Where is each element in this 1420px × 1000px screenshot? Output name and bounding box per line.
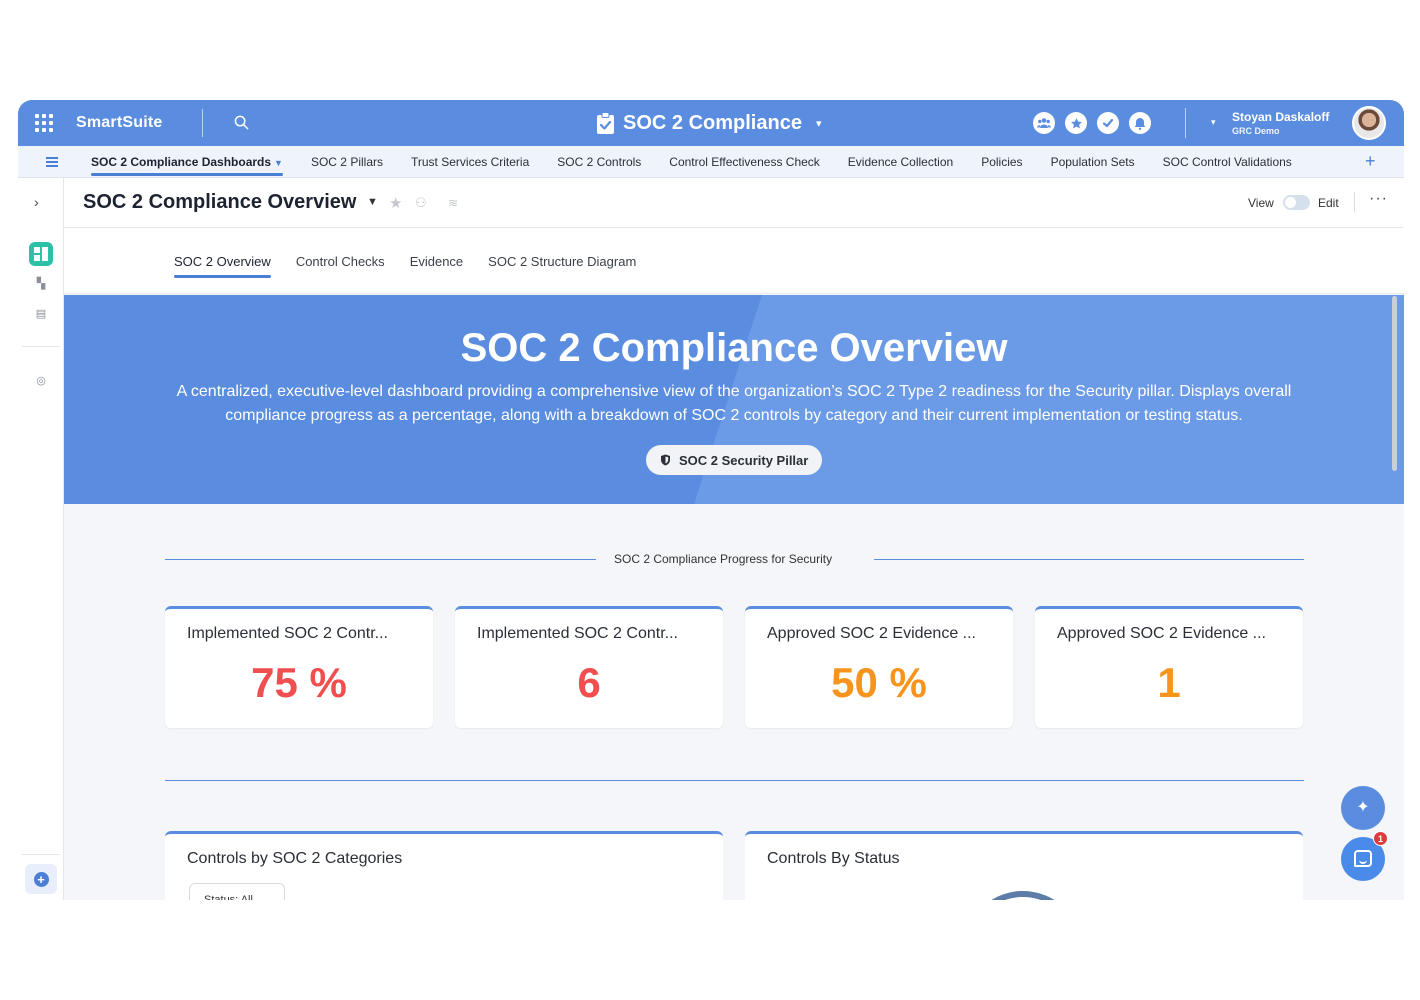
view-label: View [1248, 196, 1274, 210]
kpi-card[interactable]: Implemented SOC 2 Contr... 75 % [165, 606, 433, 728]
divider [22, 854, 60, 855]
avatar[interactable] [1352, 106, 1386, 140]
controls-by-category-panel: Controls by SOC 2 Categories Status: All… [165, 831, 723, 900]
pillar-pill-button[interactable]: SOC 2 Security Pillar [646, 445, 823, 475]
hero-banner: SOC 2 Compliance Overview A centralized,… [64, 295, 1404, 504]
dashboard-title[interactable]: SOC 2 Compliance Overview [83, 191, 356, 214]
nav-item-policies[interactable]: Policies [981, 146, 1022, 178]
add-button[interactable]: + [25, 864, 57, 894]
status-filter[interactable]: Status: All ⌄ [189, 883, 285, 900]
kpi-card[interactable]: Implemented SOC 2 Contr... 6 [455, 606, 723, 728]
star-icon[interactable] [1065, 112, 1087, 134]
nav-item-control-validations[interactable]: SOC Control Validations [1163, 146, 1292, 178]
panel-title: Controls By Status [767, 850, 900, 867]
hero-description: A centralized, executive-level dashboard… [176, 383, 1292, 424]
controls-by-status-panel: Controls By Status [745, 831, 1303, 900]
plus-icon: + [33, 871, 49, 887]
user-name[interactable]: Stoyan Daskaloff [1232, 110, 1329, 124]
more-options-icon[interactable]: ··· [1369, 190, 1388, 208]
quick-actions [1033, 112, 1151, 134]
dashboard-tabs: SOC 2 Overview Control Checks Evidence S… [64, 228, 1404, 294]
kpi-label: Approved SOC 2 Evidence ... [767, 625, 976, 642]
team-icon[interactable] [1033, 112, 1055, 134]
nav-item-evidence-collection[interactable]: Evidence Collection [848, 146, 953, 178]
user-circle-icon[interactable]: ◎ [35, 375, 47, 387]
divider [1185, 108, 1186, 138]
kpi-label: Approved SOC 2 Evidence ... [1057, 625, 1266, 642]
kpi-card[interactable]: Approved SOC 2 Evidence ... 50 % [745, 606, 1013, 728]
top-bar: SmartSuite SOC 2 Compliance ▾ ▾ Stoyan D… [18, 100, 1404, 146]
menu-icon[interactable] [46, 157, 58, 167]
nav-item-label: SOC 2 Compliance Dashboards [91, 155, 272, 169]
kpi-label: Implemented SOC 2 Contr... [187, 625, 388, 642]
nav-item-trust-services-criteria[interactable]: Trust Services Criteria [411, 146, 529, 178]
tab-structure-diagram[interactable]: SOC 2 Structure Diagram [488, 254, 636, 275]
check-icon[interactable] [1097, 112, 1119, 134]
kpi-value: 1 [1157, 659, 1181, 706]
app-nav: SOC 2 Compliance Dashboards ▼ SOC 2 Pilla… [18, 146, 1404, 178]
bell-icon[interactable] [1129, 112, 1151, 134]
divider [22, 346, 60, 347]
nav-item-compliance-dashboards[interactable]: SOC 2 Compliance Dashboards ▼ [91, 146, 283, 178]
star-icon[interactable]: ★ [389, 194, 402, 212]
status-pie-chart [946, 874, 1100, 900]
tab-soc2-overview[interactable]: SOC 2 Overview [174, 254, 271, 278]
view-edit-toggle[interactable] [1283, 195, 1310, 210]
edit-label: Edit [1318, 196, 1339, 210]
kpi-label: Implemented SOC 2 Contr... [477, 625, 678, 642]
divider [874, 559, 1304, 560]
rss-icon[interactable]: ≋ [448, 196, 458, 210]
nav-item-population-sets[interactable]: Population Sets [1051, 146, 1135, 178]
tab-evidence[interactable]: Evidence [410, 254, 463, 275]
workspace-title-button[interactable]: SOC 2 Compliance ▾ [596, 110, 821, 136]
clipboard-check-icon [597, 111, 614, 134]
left-rail: › ▚ ▤ ◎ + [18, 178, 64, 900]
nav-item-pillars[interactable]: SOC 2 Pillars [311, 146, 383, 178]
dashboard-header: SOC 2 Compliance Overview ▼ ★ ⚇ ≋ View E… [64, 178, 1404, 228]
brand-name[interactable]: SmartSuite [76, 114, 162, 132]
chat-icon [1354, 850, 1372, 867]
chevron-right-icon[interactable]: › [34, 194, 39, 210]
dashboard-icon[interactable] [29, 242, 53, 266]
divider [165, 780, 1304, 781]
ai-assistant-button[interactable]: ✦ [1341, 786, 1385, 830]
team-icon[interactable]: ⚇ [415, 195, 427, 211]
kpi-value: 50 % [831, 659, 927, 706]
apps-grid-icon[interactable] [35, 114, 53, 132]
pill-label: SOC 2 Security Pillar [679, 452, 809, 468]
notification-badge: 1 [1373, 831, 1388, 846]
divider [165, 559, 596, 560]
document-icon[interactable]: ▤ [35, 308, 47, 320]
chevron-down-icon[interactable]: ▾ [1211, 117, 1216, 128]
tab-control-checks[interactable]: Control Checks [296, 254, 385, 275]
chevron-down-icon[interactable]: ▼ [367, 196, 378, 208]
chevron-down-icon: ▾ [815, 117, 822, 130]
panel-title: Controls by SOC 2 Categories [187, 850, 403, 867]
scrollbar[interactable] [1392, 296, 1397, 471]
search-icon[interactable] [234, 115, 249, 130]
hero-title: SOC 2 Compliance Overview [460, 326, 1008, 370]
chat-button[interactable]: 1 [1341, 831, 1388, 881]
section-title: SOC 2 Compliance Progress for Security [614, 552, 833, 566]
user-org: GRC Demo [1232, 126, 1280, 136]
divider [202, 109, 203, 137]
shield-icon [661, 454, 670, 466]
add-app-button[interactable]: + [1365, 151, 1376, 172]
kpi-card[interactable]: Approved SOC 2 Evidence ... 1 [1035, 606, 1303, 728]
divider [1354, 192, 1355, 212]
kpi-value: 6 [577, 659, 601, 706]
app-window: SmartSuite SOC 2 Compliance ▾ ▾ Stoyan D… [18, 100, 1404, 900]
grid-view-icon[interactable]: ▚ [35, 278, 47, 290]
nav-item-control-effectiveness-check[interactable]: Control Effectiveness Check [669, 146, 820, 178]
kpi-value: 75 % [251, 659, 347, 706]
chevron-down-icon: ▼ [274, 158, 283, 168]
app-nav-items: SOC 2 Compliance Dashboards ▼ SOC 2 Pilla… [91, 146, 1320, 178]
nav-item-controls[interactable]: SOC 2 Controls [557, 146, 641, 178]
workspace-title: SOC 2 Compliance [623, 111, 802, 134]
